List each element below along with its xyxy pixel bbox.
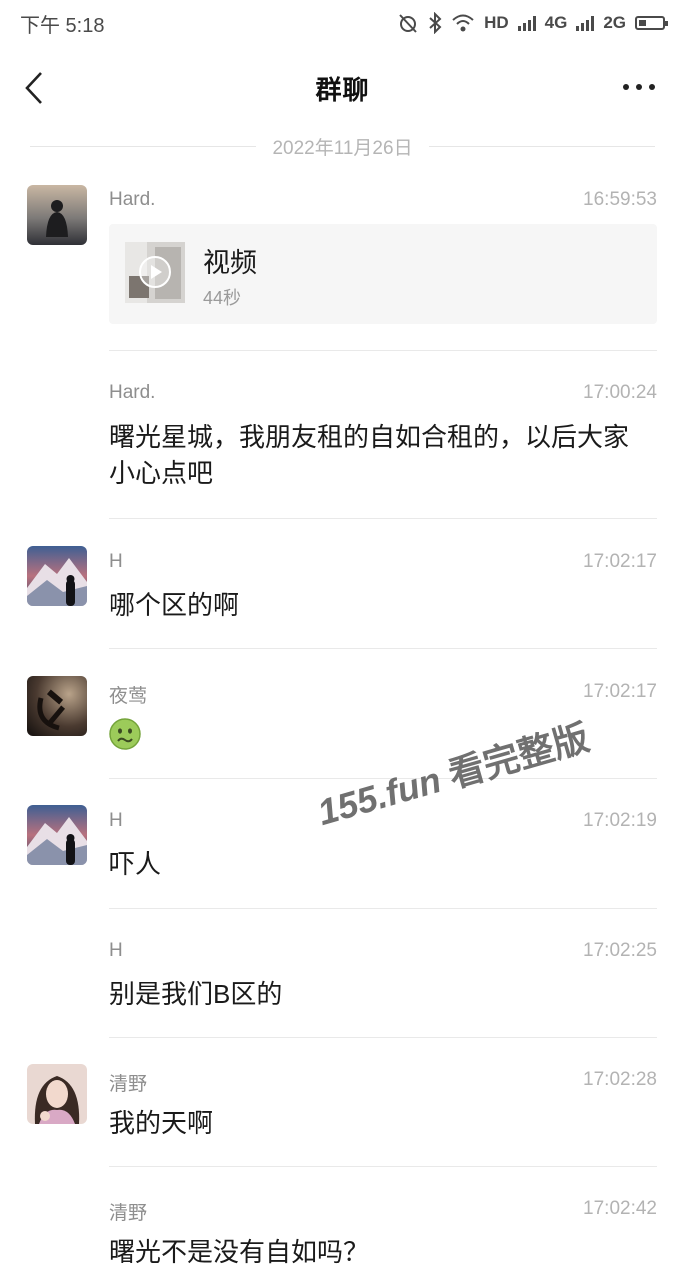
video-thumbnail (125, 242, 185, 303)
sender-name: 夜莺 (109, 686, 148, 707)
wifi-icon (452, 14, 474, 32)
nauseated-face-icon (109, 718, 141, 750)
watermark: 155.fun 看完整版 (311, 709, 595, 836)
date-divider: 2022年11月26日 (30, 132, 656, 160)
network-hd-label: HD (484, 13, 509, 32)
divider-line (30, 145, 257, 147)
watermark-text: 看完整版 (443, 716, 594, 796)
battery-level (639, 20, 646, 26)
sender-name: 清野 (109, 1203, 148, 1224)
video-label: 视频 (203, 248, 257, 278)
bluetooth-icon (429, 12, 442, 34)
message-separator (109, 908, 657, 909)
sender-name: H (109, 551, 123, 572)
avatar[interactable] (27, 185, 87, 245)
message-text: 曙光星城，我朋友租的自如合租的，以后大家小心点吧 (109, 422, 630, 488)
message-text: 吓人 (109, 849, 162, 879)
watermark-site: 155.fun (313, 758, 446, 834)
status-icons: HD 4G 2G (397, 12, 668, 34)
network-2g-label: 2G (603, 13, 626, 32)
message-time: 16:59:53 (583, 189, 657, 210)
message-text: 曙光不是没有自如吗？ (109, 1237, 370, 1267)
avatar[interactable] (27, 546, 87, 606)
message-separator (109, 1037, 657, 1038)
alarm-muted-icon (399, 14, 417, 33)
avatar[interactable] (27, 805, 87, 865)
message-time: 17:00:24 (583, 382, 657, 403)
date-label: 2022年11月26日 (272, 137, 413, 159)
network-4g-label: 4G (544, 13, 568, 32)
sender-name: Hard. (109, 189, 156, 210)
battery-icon (635, 16, 668, 30)
back-arrow-icon[interactable] (22, 71, 46, 105)
nav-bar: 群聊 (0, 58, 685, 118)
sender-name: 清野 (109, 1074, 148, 1095)
message-text: 哪个区的啊 (109, 590, 240, 620)
status-time: 下午 5:18 (20, 14, 105, 37)
avatar[interactable] (27, 1064, 87, 1124)
message-time: 17:02:28 (583, 1069, 657, 1090)
sender-name: Hard. (109, 382, 156, 403)
message-text: 别是我们B区的 (109, 979, 283, 1009)
message-separator (109, 1166, 657, 1167)
message-separator (109, 518, 657, 519)
message-text: 我的天啊 (109, 1108, 214, 1138)
video-message-card[interactable]: 视频 44秒 (109, 224, 657, 324)
message-time: 17:02:17 (583, 551, 657, 572)
message-separator (109, 648, 657, 649)
signal-bars-icon (517, 15, 536, 31)
message-time: 17:02:42 (583, 1198, 657, 1219)
message-time: 17:02:25 (583, 940, 657, 961)
video-duration: 44秒 (203, 288, 242, 308)
status-bar: 下午 5:18 HD 4G 2G (0, 0, 685, 46)
sender-name: H (109, 810, 123, 831)
signal-bars-icon (576, 15, 595, 31)
page-title: 群聊 (315, 74, 370, 105)
message-time: 17:02:19 (583, 810, 657, 831)
sender-name: H (109, 940, 123, 961)
divider-line (428, 145, 656, 147)
more-options-icon[interactable] (623, 84, 655, 90)
avatar[interactable] (27, 676, 87, 736)
message-separator (109, 350, 657, 351)
message-time: 17:02:17 (583, 681, 657, 702)
